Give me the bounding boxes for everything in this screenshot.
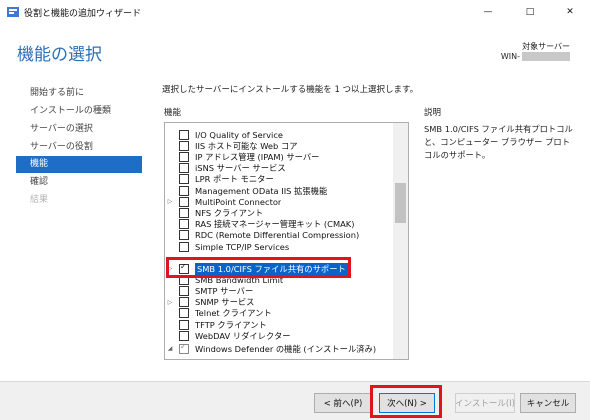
feature-item[interactable]: IP アドレス管理 (IPAM) サーバー <box>165 151 391 162</box>
feature-checkbox[interactable] <box>179 230 189 241</box>
nav-features[interactable]: 機能 <box>16 156 142 173</box>
maximize-icon: □ <box>525 7 535 17</box>
feature-label: SNMP サービス <box>195 297 255 308</box>
feature-description: SMB 1.0/CIFS ファイル共有プロトコルと、コンピューター ブラウザー … <box>424 124 573 160</box>
target-server-name: WIN- <box>501 52 570 61</box>
feature-label: RDC (Remote Differential Compression) <box>195 230 360 241</box>
expand-arrow-icon[interactable]: ▷ <box>165 198 175 205</box>
feature-checkbox[interactable] <box>179 241 189 252</box>
feature-item[interactable]: RDC (Remote Differential Compression) <box>165 230 391 241</box>
feature-label: TFTP クライアント <box>195 319 267 330</box>
feature-item[interactable]: RAS 接続マネージャー管理キット (CMAK) <box>165 219 391 230</box>
feature-label: I/O Quality of Service <box>195 129 283 140</box>
feature-label: Telnet クライアント <box>195 308 272 319</box>
features-label: 機能 <box>164 108 182 118</box>
server-name-redaction <box>522 52 570 61</box>
feature-checkbox[interactable] <box>179 285 189 296</box>
feature-item[interactable]: SMTP サーバー <box>165 285 391 296</box>
feature-checkbox[interactable] <box>179 129 189 140</box>
scrollbar-thumb[interactable] <box>395 183 406 223</box>
description-label: 説明 <box>424 108 442 118</box>
feature-label: MultiPoint Connector <box>195 196 282 207</box>
server-name-text: WIN- <box>500 52 520 61</box>
feature-item[interactable]: iSNS サーバー サービス <box>165 163 391 174</box>
nav-results: 結果 <box>30 195 49 205</box>
collapse-arrow-icon[interactable]: ◢ <box>165 345 175 352</box>
feature-item[interactable]: Telnet クライアント <box>165 308 391 319</box>
highlight-next-button <box>370 385 442 418</box>
features-scrollbar[interactable] <box>393 123 408 359</box>
feature-checkbox[interactable] <box>179 174 189 185</box>
feature-label: IIS ホスト可能な Web コア <box>195 140 298 151</box>
feature-item[interactable]: ◢ Windows Defender の機能 (インストール済み) <box>165 342 391 354</box>
feature-item[interactable]: IIS ホスト可能な Web コア <box>165 140 391 151</box>
feature-label: Windows Defender の機能 (インストール済み) <box>195 343 377 354</box>
feature-item[interactable]: ▷ SNMP サービス <box>165 297 391 308</box>
feature-checkbox[interactable] <box>179 151 189 162</box>
feature-label: NFS クライアント <box>195 207 264 218</box>
feature-checkbox[interactable] <box>179 219 189 230</box>
feature-item[interactable]: ▷ MultiPoint Connector <box>165 196 391 207</box>
instruction-text: 選択したサーバーにインストールする機能を 1 つ以上選択します。 <box>162 85 419 95</box>
feature-checkbox[interactable] <box>179 196 189 207</box>
close-icon: ✕ <box>566 7 574 17</box>
feature-label: WebDAV リダイレクター <box>195 330 291 341</box>
feature-item[interactable]: Simple TCP/IP Services <box>165 241 391 252</box>
nav-confirmation[interactable]: 確認 <box>16 174 142 191</box>
previous-button[interactable]: < 前へ(P) <box>314 393 372 413</box>
feature-item[interactable]: TFTP クライアント <box>165 319 391 330</box>
cancel-button[interactable]: キャンセル <box>520 393 576 413</box>
feature-checkbox[interactable] <box>179 308 189 319</box>
feature-label: SMTP サーバー <box>195 285 254 296</box>
target-server-label: 対象サーバー <box>522 42 570 51</box>
feature-checkbox[interactable] <box>179 207 189 218</box>
install-button: インストール(I) <box>455 393 515 413</box>
expand-arrow-icon[interactable]: ▷ <box>165 299 175 306</box>
feature-checkbox[interactable] <box>179 185 189 196</box>
nav-installation-type[interactable]: インストールの種類 <box>16 103 142 120</box>
feature-checkbox[interactable] <box>179 163 189 174</box>
features-list[interactable]: I/O Quality of Service IIS ホスト可能な Web コア… <box>164 122 409 360</box>
feature-label: Management OData IIS 拡張機能 <box>195 185 328 196</box>
page-title: 機能の選択 <box>17 45 102 65</box>
feature-checkbox[interactable] <box>179 297 189 308</box>
wizard-app-icon <box>7 7 19 17</box>
feature-label: IP アドレス管理 (IPAM) サーバー <box>195 151 320 162</box>
feature-item[interactable]: NFS クライアント <box>165 207 391 218</box>
feature-checkbox-installed <box>179 342 189 354</box>
close-button[interactable]: ✕ <box>550 0 590 24</box>
highlight-smb-feature <box>166 257 351 278</box>
maximize-button[interactable]: □ <box>510 0 550 24</box>
feature-checkbox[interactable] <box>179 319 189 330</box>
feature-label: RAS 接続マネージャー管理キット (CMAK) <box>195 219 355 230</box>
feature-item[interactable]: LPR ポート モニター <box>165 174 391 185</box>
minimize-icon: — <box>483 7 493 17</box>
feature-item[interactable]: Management OData IIS 拡張機能 <box>165 185 391 196</box>
feature-checkbox[interactable] <box>179 140 189 151</box>
nav-server-selection[interactable]: サーバーの選択 <box>16 121 142 138</box>
window-title: 役割と機能の追加ウィザード <box>24 9 142 19</box>
feature-item[interactable]: WebDAV リダイレクター <box>165 330 391 341</box>
nav-before-you-begin[interactable]: 開始する前に <box>16 85 142 102</box>
minimize-button[interactable]: — <box>468 0 508 24</box>
feature-item[interactable]: I/O Quality of Service <box>165 129 391 140</box>
feature-label: Simple TCP/IP Services <box>195 241 290 252</box>
feature-checkbox[interactable] <box>179 330 189 341</box>
feature-label: LPR ポート モニター <box>195 174 274 185</box>
nav-server-roles[interactable]: サーバーの役割 <box>16 139 142 156</box>
feature-label: iSNS サーバー サービス <box>195 163 286 174</box>
